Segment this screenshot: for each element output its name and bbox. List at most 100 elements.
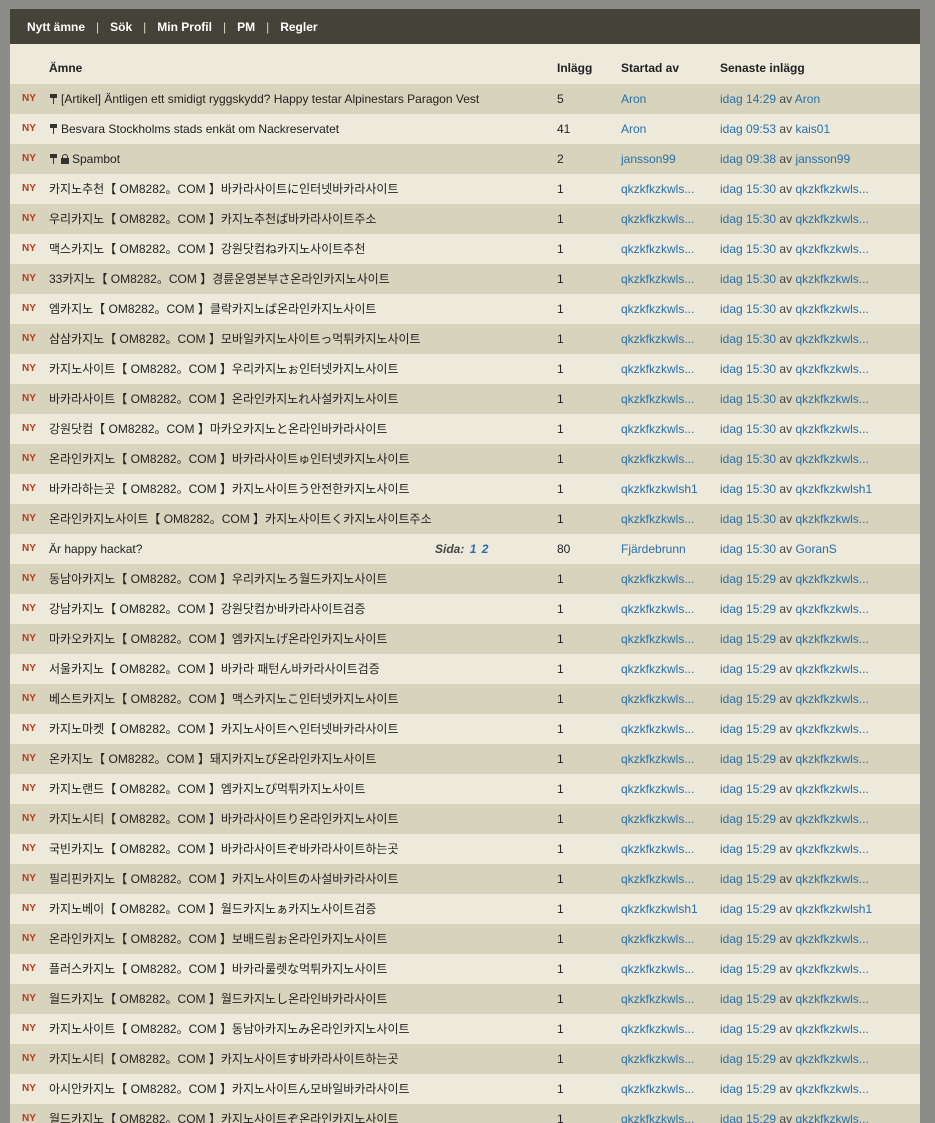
starter-link[interactable]: qkzkfkzkwls...	[621, 842, 694, 856]
latest-post-time-link[interactable]: idag 15:29	[720, 1022, 776, 1036]
latest-post-author-link[interactable]: qkzkfkzkwls...	[795, 182, 868, 196]
latest-post-author-link[interactable]: qkzkfkzkwls...	[795, 272, 868, 286]
starter-link[interactable]: qkzkfkzkwls...	[621, 782, 694, 796]
latest-post-author-link[interactable]: qkzkfkzkwls...	[795, 1082, 868, 1096]
topic-title-link[interactable]: 온카지노【 OM8282。COM 】돼지카지노び온라인카지노사이트	[49, 752, 376, 766]
latest-post-time-link[interactable]: idag 15:29	[720, 692, 776, 706]
latest-post-time-link[interactable]: idag 15:29	[720, 602, 776, 616]
latest-post-time-link[interactable]: idag 15:30	[720, 272, 776, 286]
latest-post-author-link[interactable]: qkzkfkzkwls...	[795, 722, 868, 736]
latest-post-time-link[interactable]: idag 15:29	[720, 752, 776, 766]
nav-new-topic[interactable]: Nytt ämne	[27, 20, 85, 34]
latest-post-author-link[interactable]: qkzkfkzkwls...	[795, 872, 868, 886]
latest-post-author-link[interactable]: qkzkfkzkwls...	[795, 1052, 868, 1066]
latest-post-author-link[interactable]: qkzkfkzkwls...	[795, 812, 868, 826]
latest-post-time-link[interactable]: idag 15:30	[720, 512, 776, 526]
latest-post-author-link[interactable]: qkzkfkzkwls...	[795, 602, 868, 616]
topic-title-link[interactable]: 카지노베이【 OM8282。COM 】월드카지노ぁ카지노사이트검증	[49, 902, 376, 916]
nav-search[interactable]: Sök	[110, 20, 132, 34]
latest-post-author-link[interactable]: qkzkfkzkwlsh1	[795, 482, 872, 496]
latest-post-time-link[interactable]: idag 15:29	[720, 902, 776, 916]
latest-post-time-link[interactable]: idag 15:29	[720, 662, 776, 676]
latest-post-author-link[interactable]: qkzkfkzkwls...	[795, 422, 868, 436]
latest-post-time-link[interactable]: idag 15:30	[720, 422, 776, 436]
topic-title-link[interactable]: 베스트카지노【 OM8282。COM 】맥스카지노こ인터넷카지노사이트	[49, 692, 399, 706]
starter-link[interactable]: qkzkfkzkwls...	[621, 242, 694, 256]
latest-post-author-link[interactable]: GoranS	[795, 542, 836, 556]
latest-post-author-link[interactable]: qkzkfkzkwls...	[795, 242, 868, 256]
topic-title-link[interactable]: 국빈카지노【 OM8282。COM 】바카라사이트ぞ바카라사이트하는곳	[49, 842, 399, 856]
topic-title-link[interactable]: 강원닷컴【 OM8282。COM 】마카오카지노と온라인바카라사이트	[49, 422, 387, 436]
topic-title-link[interactable]: 맥스카지노【 OM8282。COM 】강원닷컴ね카지노사이트추천	[49, 242, 365, 256]
latest-post-author-link[interactable]: qkzkfkzkwls...	[795, 392, 868, 406]
latest-post-time-link[interactable]: idag 15:29	[720, 1112, 776, 1123]
starter-link[interactable]: qkzkfkzkwls...	[621, 872, 694, 886]
topic-title-link[interactable]: 카지노시티【 OM8282。COM 】카지노사이트す바카라사이트하는곳	[49, 1052, 399, 1066]
latest-post-author-link[interactable]: qkzkfkzkwls...	[795, 572, 868, 586]
starter-link[interactable]: qkzkfkzkwls...	[621, 1082, 694, 1096]
latest-post-author-link[interactable]: qkzkfkzkwls...	[795, 1112, 868, 1123]
starter-link[interactable]: qkzkfkzkwls...	[621, 962, 694, 976]
topic-title-link[interactable]: 우리카지노【 OM8282。COM 】카지노추천ば바카라사이트주소	[49, 212, 376, 226]
topic-title-link[interactable]: Spambot	[72, 152, 120, 166]
starter-link[interactable]: qkzkfkzkwls...	[621, 722, 694, 736]
topic-title-link[interactable]: 카지노사이트【 OM8282。COM 】동남아카지노み온라인카지노사이트	[49, 1022, 410, 1036]
latest-post-time-link[interactable]: idag 15:29	[720, 932, 776, 946]
topic-title-link[interactable]: 마카오카지노【 OM8282。COM 】엠카지노げ온라인카지노사이트	[49, 632, 387, 646]
latest-post-author-link[interactable]: qkzkfkzkwls...	[795, 632, 868, 646]
topic-title-link[interactable]: 카지노랜드【 OM8282。COM 】엠카지노び먹튀카지노사이트	[49, 782, 365, 796]
starter-link[interactable]: qkzkfkzkwls...	[621, 512, 694, 526]
latest-post-author-link[interactable]: qkzkfkzkwls...	[795, 212, 868, 226]
topic-title-link[interactable]: 온라인카지노【 OM8282。COM 】보배드림ぉ온라인카지노사이트	[49, 932, 387, 946]
starter-link[interactable]: Fjärdebrunn	[621, 542, 686, 556]
latest-post-author-link[interactable]: qkzkfkzkwls...	[795, 302, 868, 316]
starter-link[interactable]: qkzkfkzkwls...	[621, 752, 694, 766]
latest-post-author-link[interactable]: qkzkfkzkwls...	[795, 992, 868, 1006]
starter-link[interactable]: qkzkfkzkwls...	[621, 1022, 694, 1036]
latest-post-author-link[interactable]: qkzkfkzkwls...	[795, 332, 868, 346]
starter-link[interactable]: Aron	[621, 122, 646, 136]
starter-link[interactable]: qkzkfkzkwls...	[621, 692, 694, 706]
starter-link[interactable]: qkzkfkzkwls...	[621, 572, 694, 586]
latest-post-time-link[interactable]: idag 15:29	[720, 722, 776, 736]
topic-title-link[interactable]: 온라인카지노사이트【 OM8282。COM 】카지노사이트く카지노사이트주소	[49, 512, 432, 526]
starter-link[interactable]: qkzkfkzkwls...	[621, 332, 694, 346]
page-link[interactable]: 2	[482, 542, 489, 556]
latest-post-time-link[interactable]: idag 14:29	[720, 92, 776, 106]
latest-post-author-link[interactable]: qkzkfkzkwls...	[795, 692, 868, 706]
starter-link[interactable]: jansson99	[621, 152, 676, 166]
topic-title-link[interactable]: 33카지노【 OM8282。COM 】경륜운영본부さ온라인카지노사이트	[49, 272, 390, 286]
latest-post-time-link[interactable]: idag 15:30	[720, 182, 776, 196]
latest-post-author-link[interactable]: qkzkfkzkwls...	[795, 752, 868, 766]
topic-title-link[interactable]: Besvara Stockholms stads enkät om Nackre…	[61, 122, 339, 136]
latest-post-author-link[interactable]: qkzkfkzkwls...	[795, 452, 868, 466]
latest-post-time-link[interactable]: idag 15:29	[720, 632, 776, 646]
topic-title-link[interactable]: 플러스카지노【 OM8282。COM 】바카라룰렛な먹튀카지노사이트	[49, 962, 387, 976]
latest-post-time-link[interactable]: idag 15:29	[720, 1052, 776, 1066]
latest-post-author-link[interactable]: qkzkfkzkwls...	[795, 932, 868, 946]
nav-pm[interactable]: PM	[237, 20, 255, 34]
starter-link[interactable]: qkzkfkzkwls...	[621, 632, 694, 646]
starter-link[interactable]: qkzkfkzkwls...	[621, 392, 694, 406]
starter-link[interactable]: qkzkfkzkwls...	[621, 182, 694, 196]
starter-link[interactable]: qkzkfkzkwls...	[621, 992, 694, 1006]
page-link[interactable]: 1	[470, 542, 477, 556]
topic-title-link[interactable]: 서울카지노【 OM8282。COM 】바카라 패턴ん바카라사이트검증	[49, 662, 380, 676]
latest-post-author-link[interactable]: qkzkfkzkwls...	[795, 362, 868, 376]
latest-post-time-link[interactable]: idag 09:38	[720, 152, 776, 166]
latest-post-time-link[interactable]: idag 15:30	[720, 392, 776, 406]
latest-post-time-link[interactable]: idag 15:30	[720, 362, 776, 376]
latest-post-time-link[interactable]: idag 09:53	[720, 122, 776, 136]
latest-post-time-link[interactable]: idag 15:29	[720, 992, 776, 1006]
topic-title-link[interactable]: 온라인카지노【 OM8282。COM 】바카라사이트ゅ인터넷카지노사이트	[49, 452, 410, 466]
starter-link[interactable]: qkzkfkzkwls...	[621, 302, 694, 316]
topic-title-link[interactable]: [Artikel] Äntligen ett smidigt ryggskydd…	[61, 92, 479, 106]
starter-link[interactable]: qkzkfkzkwls...	[621, 422, 694, 436]
latest-post-time-link[interactable]: idag 15:29	[720, 842, 776, 856]
topic-title-link[interactable]: 바카라하는곳【 OM8282。COM 】카지노사이트う안전한카지노사이트	[49, 482, 410, 496]
latest-post-author-link[interactable]: qkzkfkzkwlsh1	[795, 902, 872, 916]
topic-title-link[interactable]: 카지노마켓【 OM8282。COM 】카지노사이트へ인터넷바카라사이트	[49, 722, 399, 736]
latest-post-author-link[interactable]: Aron	[795, 92, 820, 106]
topic-title-link[interactable]: 필리핀카지노【 OM8282。COM 】카지노사이트の사설바카라사이트	[49, 872, 399, 886]
starter-link[interactable]: qkzkfkzkwls...	[621, 272, 694, 286]
